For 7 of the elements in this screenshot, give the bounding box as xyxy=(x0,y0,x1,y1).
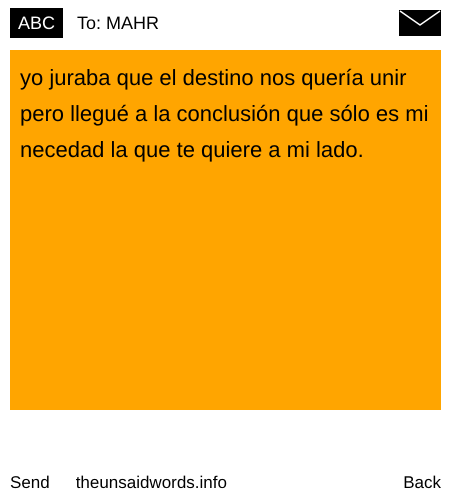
back-link[interactable]: Back xyxy=(403,473,441,493)
send-link[interactable]: Send xyxy=(10,473,50,493)
envelope-icon[interactable] xyxy=(399,10,441,36)
site-label: theunsaidwords.info xyxy=(76,473,228,493)
message-text: yo juraba que el destino nos quería unir pero llegué a la conclusión que sólo es mi necedad la que te quiere a mi lado. xyxy=(10,50,441,410)
recipient-label: To: MAHR xyxy=(77,12,160,34)
abc-badge: ABC xyxy=(10,8,64,38)
